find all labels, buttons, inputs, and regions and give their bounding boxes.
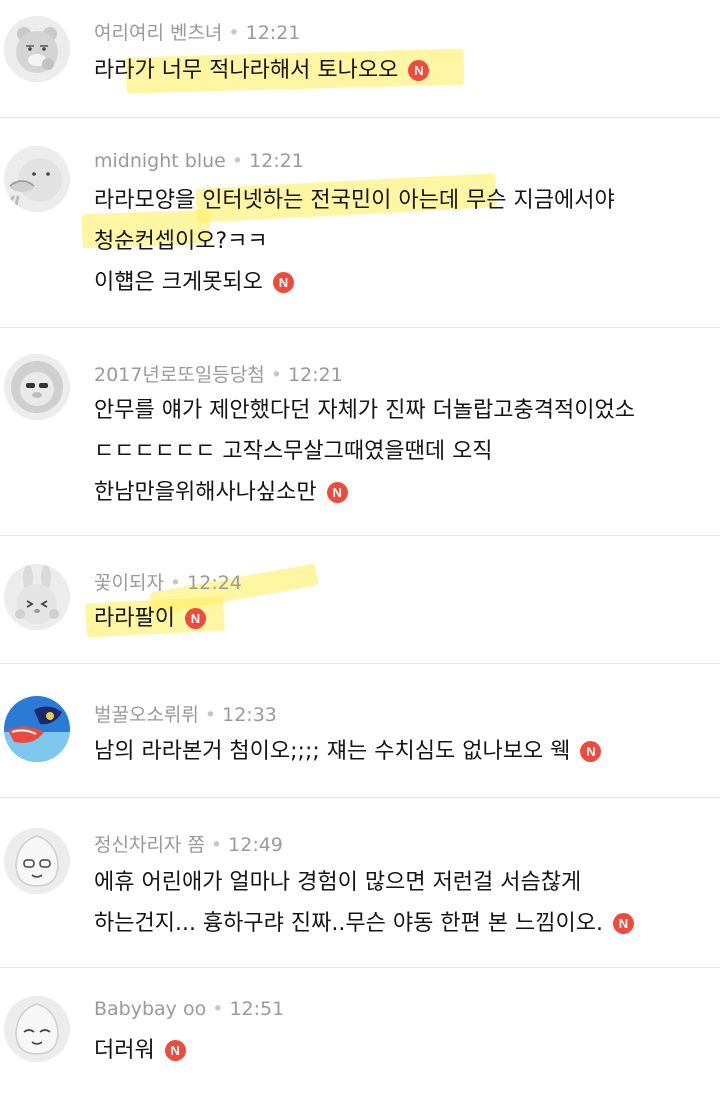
separator-dot: •: [231, 150, 244, 172]
comment-line-text: 한남만을위해사나싶소만: [94, 480, 317, 505]
new-badge: N: [326, 482, 348, 503]
timestamp: 12:24: [187, 572, 242, 594]
comment-text: 에휴 어린애가 얼마나 경험이 많으면 저런걸 서슴찮게 하는건지... 흉하구…: [94, 862, 709, 944]
rabbit-character-icon: [4, 564, 70, 630]
comment-meta: 꽃이되자 • 12:24: [94, 568, 242, 595]
comment-text: 남의 라라본거 첨이오;;;; 쟤는 수치심도 없나보오 웩 N: [94, 731, 709, 772]
duck-character-icon: [4, 146, 70, 212]
username[interactable]: 정신차리자 쫌: [94, 834, 205, 856]
avatar[interactable]: [4, 16, 70, 82]
separator-dot: •: [204, 704, 217, 726]
comment-line: 안무를 얘가 제안했다던 자체가 진짜 더놀랍고충격적이었소: [94, 398, 635, 423]
lion-character-icon: [4, 354, 70, 420]
avatar[interactable]: [4, 354, 70, 420]
comment-line: 남의 라라본거 첨이오;;;; 쟤는 수치심도 없나보오 웩 N: [94, 731, 709, 772]
comment-text: 더러워 N: [94, 1030, 709, 1071]
comment-item: 꽃이되자 • 12:24 라라팔이 N: [0, 536, 720, 664]
separator-dot: •: [270, 364, 282, 386]
comment-text: 안무를 얘가 제안했다던 자체가 진짜 더놀랍고충격적이었소 ㄷㄷㄷㄷㄷㄷ 고작…: [94, 390, 709, 513]
timestamp: 12:21: [287, 364, 343, 386]
avatar[interactable]: [4, 564, 70, 630]
comment-line: 한남만을위해사나싶소만 N: [94, 472, 709, 513]
avatar[interactable]: [4, 828, 70, 894]
username[interactable]: Babybay oo: [94, 998, 206, 1020]
username[interactable]: midnight blue: [94, 150, 226, 172]
avatar[interactable]: [4, 996, 70, 1062]
comment-line-text: 이햽은 크게못되오: [94, 270, 263, 295]
comment-line: 라라모양을 인터넷하는 전국민이 아는데 무슨 지금에서야: [94, 188, 615, 213]
separator-dot: •: [228, 22, 240, 44]
new-badge: N: [184, 608, 206, 629]
username[interactable]: 벌꿀오소뤼뤼: [94, 704, 199, 726]
new-badge: N: [612, 913, 634, 934]
comment-line-text: 라라가 너무 적나라해서 토나오오: [94, 58, 399, 83]
comment-item: 2017년로또일등당첨 • 12:21 안무를 얘가 제안했다던 자체가 진짜 더놀…: [0, 328, 720, 536]
comment-line-text: 라라팔이: [94, 606, 175, 631]
comment-line: 에휴 어린애가 얼마나 경험이 많으면 저런걸 서슴찮게: [94, 870, 582, 895]
comment-meta: 여리여리 벤츠녀 • 12:21: [94, 18, 300, 45]
comment-item: 여리여리 벤츠녀 • 12:21 라라가 너무 적나라해서 토나오오 N: [0, 0, 720, 118]
comment-line: 이햽은 크게못되오 N: [94, 262, 709, 303]
username[interactable]: 2017년로또일등당첨: [94, 364, 265, 386]
separator-dot: •: [210, 834, 223, 856]
separator-dot: •: [169, 572, 182, 594]
comment-line: 라라가 너무 적나라해서 토나오오 N: [94, 50, 709, 91]
comment-item: 정신차리자 쫌 • 12:49 에휴 어린애가 얼마나 경험이 많으면 저런걸 서슴…: [0, 798, 720, 968]
comment-meta: 정신차리자 쫌 • 12:49: [94, 830, 283, 857]
comment-item: midnight blue • 12:21 라라모양을 인터넷하는 전국민이 아는데…: [0, 118, 720, 328]
comment-line: ㄷㄷㄷㄷㄷㄷ 고작스무살그때였을땐데 오직: [94, 439, 493, 464]
timestamp: 12:33: [222, 704, 277, 726]
bear-character-icon: [4, 16, 70, 82]
comment-meta: Babybay oo • 12:51: [94, 998, 284, 1020]
new-badge: N: [408, 60, 430, 81]
username[interactable]: 꽃이되자: [94, 572, 164, 594]
comment-line: 하는건지... 흉하구랴 진짜..무슨 야동 한편 본 느낌이오. N: [94, 903, 709, 944]
peach-character-icon: [4, 828, 70, 894]
comment-line-text: 하는건지... 흉하구랴 진짜..무슨 야동 한편 본 느낌이오.: [94, 911, 603, 936]
new-badge: N: [580, 741, 602, 762]
comment-line: 라라팔이 N: [94, 598, 709, 639]
peach-character-icon: [4, 996, 70, 1062]
comment-meta: midnight blue • 12:21: [94, 150, 304, 172]
separator-dot: •: [212, 998, 224, 1020]
comment-line-text: 더러워: [94, 1038, 155, 1063]
avatar[interactable]: [4, 146, 70, 212]
comment-line-text: 남의 라라본거 첨이오;;;; 쟤는 수치심도 없나보오 웩: [94, 739, 571, 764]
timestamp: 12:21: [245, 22, 301, 44]
comment-meta: 2017년로또일등당첨 • 12:21: [94, 360, 343, 387]
timestamp: 12:49: [228, 834, 283, 856]
comment-meta: 벌꿀오소뤼뤼 • 12:33: [94, 700, 277, 727]
avatar[interactable]: [4, 696, 70, 762]
comment-line: 청순컨셉이오?ㅋㅋ: [94, 229, 268, 254]
new-badge: N: [272, 272, 294, 293]
new-badge: N: [164, 1040, 186, 1061]
profile-photo-icon: [4, 696, 70, 762]
comment-item: 벌꿀오소뤼뤼 • 12:33 남의 라라본거 첨이오;;;; 쟤는 수치심도 없나보…: [0, 664, 720, 798]
comment-line: 더러워 N: [94, 1030, 709, 1071]
comment-text: 라라모양을 인터넷하는 전국민이 아는데 무슨 지금에서야 청순컨셉이오?ㅋㅋ …: [94, 180, 709, 303]
comment-text: 라라가 너무 적나라해서 토나오오 N: [94, 50, 709, 91]
timestamp: 12:21: [249, 150, 304, 172]
comment-item: Babybay oo • 12:51 더러워 N: [0, 968, 720, 1096]
timestamp: 12:51: [229, 998, 285, 1020]
username[interactable]: 여리여리 벤츠녀: [94, 22, 222, 44]
comment-text: 라라팔이 N: [94, 598, 709, 639]
